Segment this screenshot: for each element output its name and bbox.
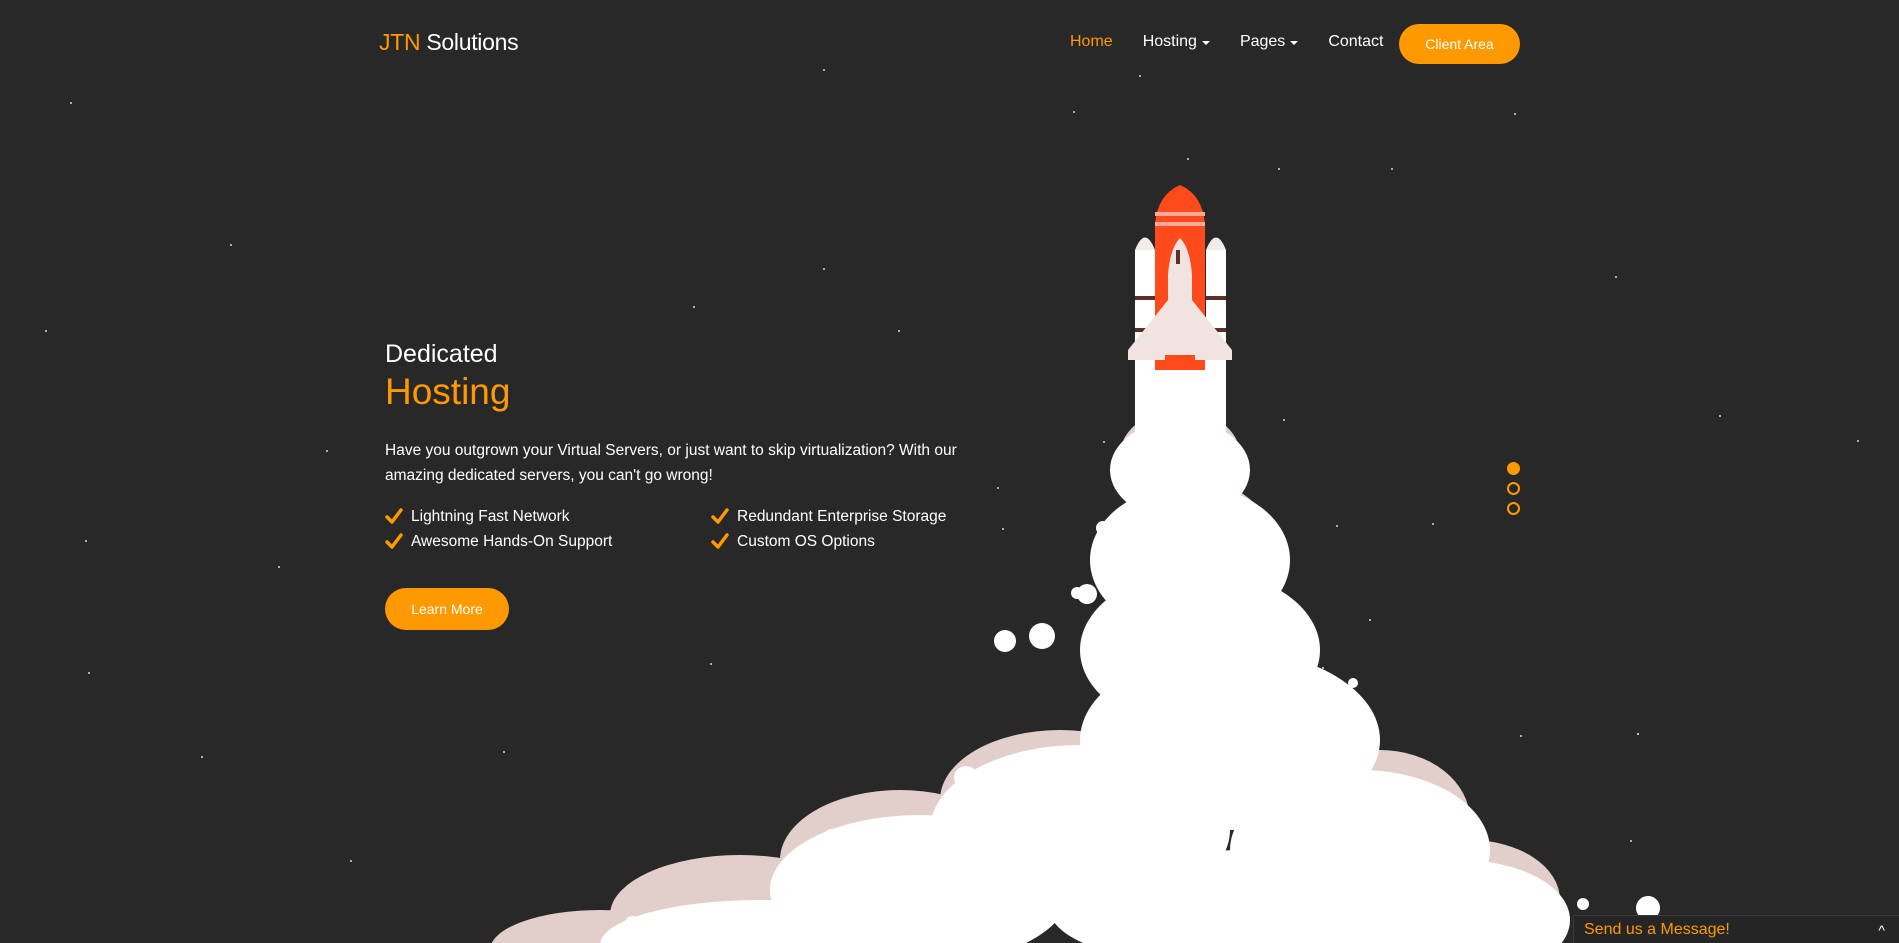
main-nav: Home Hosting Pages Contact [1070,33,1413,51]
chevron-up-icon[interactable]: ^ [1878,922,1885,938]
learn-more-button[interactable]: Learn More [385,588,509,630]
feature-label: Lightning Fast Network [411,507,570,525]
feature-label: Redundant Enterprise Storage [737,507,947,525]
nav-item-hosting[interactable]: Hosting [1143,33,1210,51]
chat-label: Send us a Message! [1584,920,1730,938]
slider-dot-3[interactable] [1507,502,1520,515]
feature-item: Redundant Enterprise Storage [711,506,1011,527]
nav-item-pages[interactable]: Pages [1239,33,1299,51]
slider-dot-1[interactable] [1507,462,1520,475]
brand-logo-part2: Solutions [420,29,519,55]
chat-widget-bar[interactable]: Send us a Message! ^ [1573,915,1899,943]
nav-item-label: Hosting [1142,33,1197,50]
nav-item-home[interactable]: Home [1070,33,1113,51]
feature-item: Lightning Fast Network [385,506,711,527]
check-icon [385,532,403,549]
hero-description: Have you outgrown your Virtual Servers, … [385,442,957,484]
feature-item: Awesome Hands-On Support [385,531,711,552]
check-icon [711,507,729,524]
feature-label: Custom OS Options [737,532,875,550]
brand-logo-part1: JTN [379,29,421,55]
feature-label: Awesome Hands-On Support [411,532,613,550]
feature-item: Custom OS Options [711,531,1011,552]
feature-list: Lightning Fast Network Redundant Enterpr… [385,506,1005,552]
hero-title-line2: Hosting [385,371,511,412]
slider-pagination [1507,462,1520,522]
caret-down-icon [1290,41,1299,45]
nav-item-label: Home [1070,33,1113,50]
nav-item-label: Pages [1239,33,1286,50]
slider-dot-2[interactable] [1507,482,1520,495]
nav-item-contact[interactable]: Contact [1328,33,1383,51]
check-icon [711,532,729,549]
client-area-button[interactable]: Client Area [1399,24,1520,64]
brand-logo[interactable]: JTN Solutions [379,29,519,56]
check-icon [385,507,403,524]
caret-down-icon [1201,41,1210,45]
nav-item-label: Contact [1328,33,1384,50]
hero-title-line1: Dedicated [385,340,498,368]
